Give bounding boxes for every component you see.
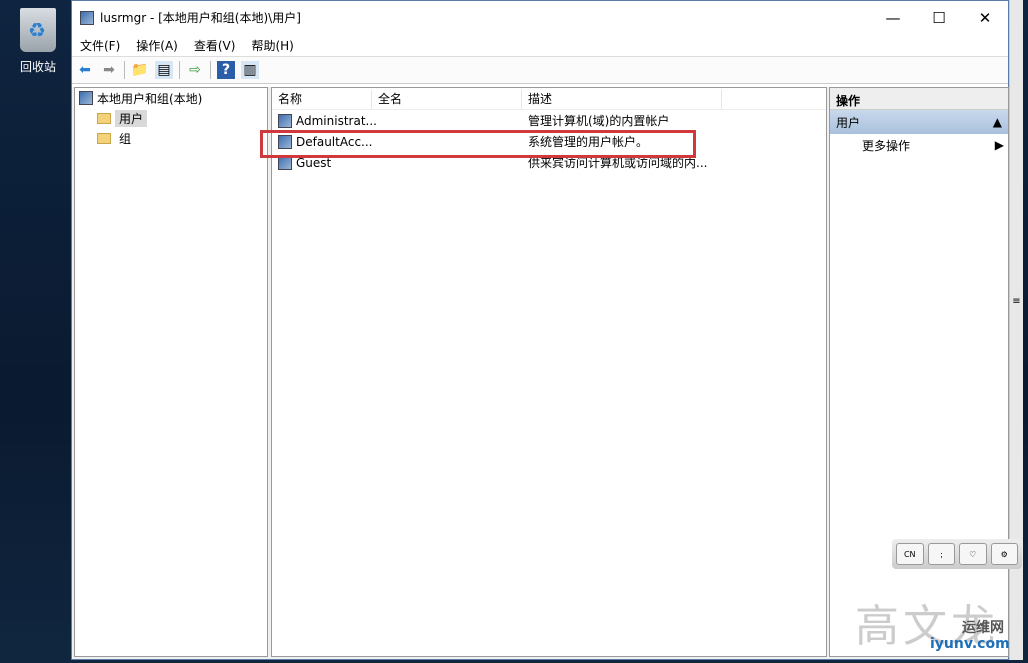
actions-group-label: 用户 (836, 115, 861, 130)
ime-punctuation-button[interactable]: ⁏ (927, 543, 955, 565)
actions-header: 操作 (830, 88, 1008, 110)
recycle-bin-icon (20, 8, 56, 52)
column-name[interactable]: 名称 (272, 90, 372, 109)
gear-icon[interactable]: ⚙ (990, 543, 1018, 565)
tree-root[interactable]: 本地用户和组(本地) (75, 88, 267, 108)
more-actions[interactable]: 更多操作 ▶ (830, 134, 1008, 156)
menu-file[interactable]: 文件(F) (80, 37, 120, 54)
user-description: 管理计算机(域)的内置帐户 (528, 114, 670, 128)
actions-pane: 操作 用户 ▲ 更多操作 ▶ (829, 87, 1009, 657)
heart-icon[interactable]: ♡ (959, 543, 987, 565)
ime-language-button[interactable]: CN (896, 543, 924, 565)
close-button[interactable]: ✕ (962, 9, 1008, 27)
folder-icon (97, 132, 111, 144)
actions-group-users[interactable]: 用户 ▲ (830, 110, 1008, 134)
show-tree-icon[interactable]: ▤ (155, 61, 173, 79)
watermark-site: 运维网 (962, 620, 1004, 636)
tree-item-groups[interactable]: 组 (75, 128, 267, 148)
recycle-bin-label: 回收站 (19, 60, 56, 74)
tree-pane: 本地用户和组(本地) 用户 组 (74, 87, 268, 657)
recycle-bin[interactable]: 回收站 (10, 8, 66, 75)
highlight-box (260, 130, 696, 158)
scroll-grip-icon: ≡ (1012, 296, 1021, 307)
ime-toolbar: CN ⁏ ♡ ⚙ (892, 539, 1022, 569)
submenu-arrow-icon: ▶ (994, 138, 1004, 152)
lusrmgr-window: lusrmgr - [本地用户和组(本地)\用户] — ☐ ✕ 文件(F) 操作… (71, 0, 1009, 660)
watermark-url: iyunv.com (930, 636, 1010, 652)
computer-users-icon (79, 91, 93, 105)
user-icon (278, 113, 292, 128)
toolbar-divider (179, 61, 180, 79)
tree-item-label: 用户 (115, 109, 148, 127)
column-description[interactable]: 描述 (522, 90, 722, 109)
help-icon[interactable]: ? (217, 61, 235, 79)
window-title: lusrmgr - [本地用户和组(本地)\用户] (100, 11, 301, 25)
more-actions-label: 更多操作 (862, 138, 911, 153)
menu-bar: 文件(F) 操作(A) 查看(V) 帮助(H) (72, 34, 1008, 56)
app-icon (80, 10, 94, 25)
title-bar: lusrmgr - [本地用户和组(本地)\用户] — ☐ ✕ (72, 1, 1008, 34)
show-action-pane-icon[interactable]: ▥ (241, 61, 259, 79)
table-row[interactable]: Administrat... 管理计算机(域)的内置帐户 (272, 110, 826, 131)
tree-item-label: 组 (119, 131, 132, 146)
tree-root-label: 本地用户和组(本地) (97, 91, 203, 106)
menu-help[interactable]: 帮助(H) (251, 37, 293, 54)
column-full-name[interactable]: 全名 (372, 90, 522, 109)
forward-icon[interactable]: ➡ (100, 61, 118, 79)
toolbar: ⬅ ➡ 📁 ▤ ⇨ ? ▥ (72, 56, 1008, 84)
collapse-arrow-icon: ▲ (992, 115, 1002, 129)
maximize-button[interactable]: ☐ (916, 9, 962, 27)
back-icon[interactable]: ⬅ (76, 61, 94, 79)
menu-action[interactable]: 操作(A) (136, 37, 178, 54)
menu-view[interactable]: 查看(V) (194, 37, 236, 54)
toolbar-divider (124, 61, 125, 79)
tree-item-users[interactable]: 用户 (75, 108, 267, 128)
minimize-button[interactable]: — (870, 9, 916, 27)
watermark-logo: 运维网 iyunv.com (930, 620, 1010, 652)
user-list: 名称 全名 描述 Administrat... 管理计算机(域)的内置帐户 Def… (260, 87, 827, 657)
export-list-icon[interactable]: ⇨ (186, 61, 204, 79)
up-folder-icon[interactable]: 📁 (131, 61, 149, 79)
user-name: Administrat... (296, 113, 377, 128)
toolbar-divider (210, 61, 211, 79)
folder-icon (97, 112, 111, 124)
